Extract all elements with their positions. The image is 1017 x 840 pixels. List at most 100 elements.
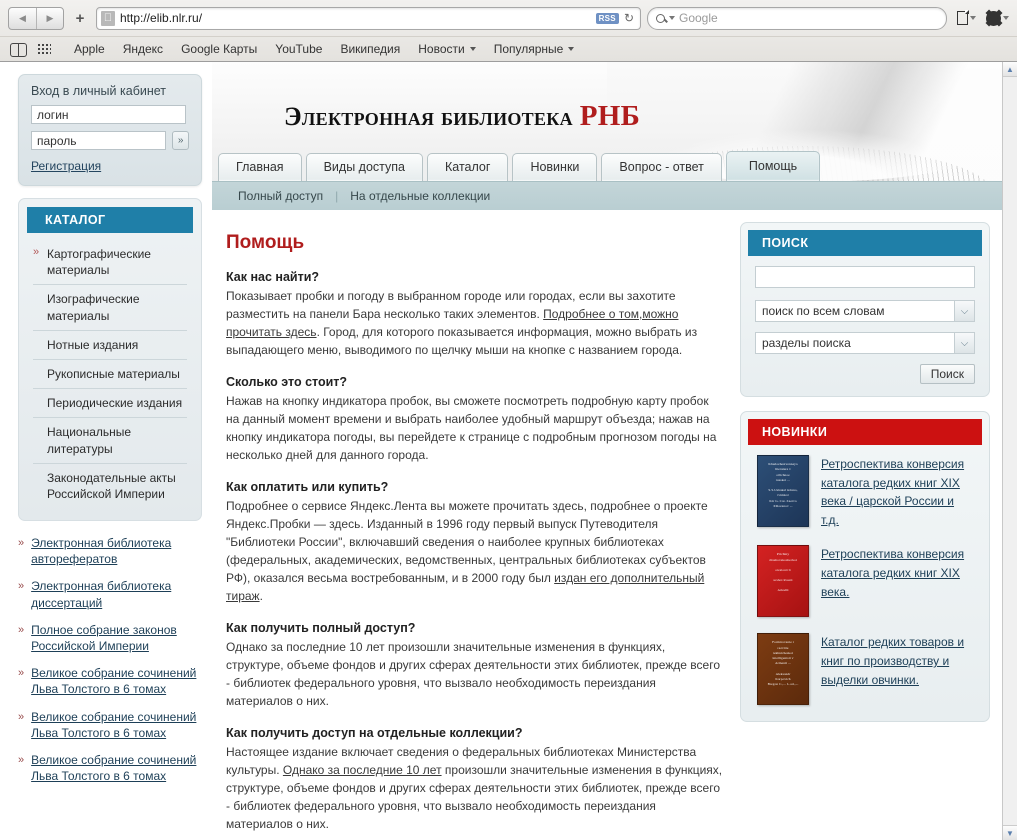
book-cover-thumbnail[interactable]: Khudozhestvennaya literatura v otlichnoe… — [757, 455, 809, 527]
back-button[interactable]: ◀ — [9, 8, 36, 29]
chevron-down-icon — [469, 47, 476, 51]
search-panel: ПОИСК поиск по всем словам ⌵ разделы пои… — [740, 222, 990, 397]
chevron-down-icon[interactable]: ⌵ — [954, 333, 974, 353]
faq-question: Как оплатить или купить? — [226, 480, 389, 494]
search-section-value: разделы поиска — [762, 336, 851, 350]
novelty-title-link[interactable]: Ретроспектива конверсия каталога редких … — [821, 455, 973, 529]
search-query-input[interactable] — [755, 266, 975, 288]
browser-search-input[interactable]: Google — [647, 6, 947, 30]
search-mode-select[interactable]: поиск по всем словам ⌵ — [755, 300, 975, 322]
bookmark-apple[interactable]: Apple — [65, 40, 114, 58]
list-item[interactable]: » Электронная библиотека диссертаций — [18, 578, 202, 610]
list-item[interactable]: » Великое собрание сочинений Льва Толсто… — [18, 752, 202, 784]
password-input[interactable]: пароль — [31, 131, 167, 150]
catalog-item-periodicals[interactable]: Периодические издания — [33, 389, 187, 419]
login-submit-button[interactable]: » — [172, 131, 189, 150]
bookmark-wikipedia[interactable]: Википедия — [331, 40, 409, 58]
subnav-item-collections[interactable]: На отдельные коллекции — [338, 189, 502, 203]
double-chevron-icon: » — [18, 623, 25, 636]
faq-answer: Настоящее издание включает сведения о фе… — [226, 743, 724, 833]
double-chevron-icon: » — [18, 667, 25, 680]
vertical-scrollbar[interactable]: ▲ ▼ — [1002, 62, 1017, 840]
double-chevron-icon: » — [18, 710, 25, 723]
book-cover-thumbnail[interactable]: Prichiny dlouhovekosheckoi otzalosti li … — [757, 545, 809, 618]
faq-answer: Показывает пробки и погоду в выбранном г… — [226, 287, 724, 359]
catalog-panel-header: КАТАЛОГ — [27, 207, 193, 233]
gear-icon[interactable] — [986, 10, 1001, 26]
chevron-down-icon — [669, 16, 675, 20]
browser-viewport: Электронная библиотека РНБ Главная Виды … — [0, 62, 1017, 840]
catalog-item-legislative-acts[interactable]: Законодательные акты Российской Империи — [33, 464, 187, 508]
tab-katalog[interactable]: Каталог — [426, 153, 509, 181]
list-item[interactable]: » Великое собрание сочинений Льва Толсто… — [18, 709, 202, 741]
registration-link[interactable]: Регистрация — [31, 159, 101, 173]
page-icon[interactable] — [957, 10, 969, 25]
search-button-row: Поиск — [755, 364, 975, 384]
tab-vopros-otvet[interactable]: Вопрос - ответ — [601, 153, 722, 181]
sidebar-link-laws[interactable]: Полное собрание законов Российской Импер… — [31, 622, 202, 654]
bookmark-label: Apple — [74, 42, 105, 56]
catalog-item-cartographic[interactable]: Картографические материалы — [33, 240, 187, 286]
catalog-item-manuscripts[interactable]: Рукописные материалы — [33, 360, 187, 390]
list-item[interactable]: » Электронная библиотека авторефератов — [18, 535, 202, 567]
search-section-select[interactable]: разделы поиска ⌵ — [755, 332, 975, 354]
bookmarks-book-icon[interactable] — [10, 43, 27, 57]
novelty-title-link[interactable]: Каталог редких товаров и книг по произво… — [821, 633, 973, 705]
search-icon — [656, 13, 665, 23]
sidebar-link-abstracts[interactable]: Электронная библиотека авторефератов — [31, 535, 202, 567]
catalog-item-sheet-music[interactable]: Нотные издания — [33, 331, 187, 360]
login-input[interactable]: логин — [31, 105, 186, 124]
list-item[interactable]: » Великое собрание сочинений Льва Толсто… — [18, 665, 202, 697]
sidebar-link-tolstoy-1[interactable]: Великое собрание сочинений Льва Толстого… — [31, 665, 202, 697]
sidebar-link-tolstoy-3[interactable]: Великое собрание сочинений Льва Толстого… — [31, 752, 202, 784]
faq-question: Как получить доступ на отдельные коллекц… — [226, 726, 523, 740]
main-content: Помощь Как нас найти? Показывает пробки … — [212, 210, 740, 833]
list-item[interactable]: Prichiny dlouhovekosheckoi otzalosti li … — [755, 545, 975, 618]
chevron-down-icon[interactable] — [970, 16, 976, 20]
catalog-item-isographic[interactable]: Изографические материалы — [33, 285, 187, 331]
faq-entry: Как нас найти? Показывает пробки и погод… — [226, 270, 724, 359]
sidebar-link-tolstoy-2[interactable]: Великое собрание сочинений Льва Толстого… — [31, 709, 202, 741]
scroll-up-arrow-icon[interactable]: ▲ — [1003, 62, 1017, 77]
bookmark-youtube[interactable]: YouTube — [266, 40, 331, 58]
apps-grid-icon[interactable] — [37, 43, 51, 55]
reload-icon[interactable]: ↻ — [624, 11, 636, 25]
bookmark-news[interactable]: Новости — [409, 40, 484, 58]
subnav-item-full-access[interactable]: Полный доступ — [226, 189, 335, 203]
faq-entry: Сколько это стоит? Нажав на кнопку индик… — [226, 375, 724, 464]
forward-button[interactable]: ▶ — [36, 7, 63, 29]
password-row: пароль » — [31, 131, 189, 157]
bookmark-google-maps[interactable]: Google Карты — [172, 40, 266, 58]
bookmark-label: Новости — [418, 42, 465, 56]
new-tab-button[interactable]: + — [70, 7, 90, 30]
sub-navigation: Полный доступ | На отдельные коллекции — [212, 181, 1002, 210]
bookmark-popular[interactable]: Популярные — [485, 40, 584, 58]
tab-glavnaya[interactable]: Главная — [218, 153, 302, 181]
search-placeholder: Google — [679, 11, 718, 25]
url-text: http://elib.nlr.ru/ — [120, 11, 203, 25]
search-submit-button[interactable]: Поиск — [919, 364, 975, 384]
scroll-down-arrow-icon[interactable]: ▼ — [1003, 825, 1017, 840]
left-sidebar: Вход в личный кабинет логин пароль » Рег… — [0, 62, 212, 796]
list-item[interactable]: » Полное собрание законов Российской Имп… — [18, 622, 202, 654]
address-bar[interactable]:  http://elib.nlr.ru/ RSS ↻ — [96, 6, 641, 30]
rss-button[interactable]: RSS — [595, 12, 619, 24]
tab-novinki[interactable]: Новинки — [512, 153, 598, 181]
sidebar-link-dissertations[interactable]: Электронная библиотека диссертаций — [31, 578, 202, 610]
tab-vidy-dostupa[interactable]: Виды доступа — [305, 153, 423, 181]
list-item[interactable]: Khudozhestvennaya literatura v otlichnoe… — [755, 455, 975, 529]
list-item[interactable]: Formirovanie i razvitie tekhnicheskoi in… — [755, 633, 975, 706]
novelty-title-link[interactable]: Ретроспектива конверсия каталога редких … — [821, 545, 973, 617]
faq-entry: Как получить полный доступ? Однако за по… — [226, 621, 724, 710]
bookmark-label: Яндекс — [122, 42, 164, 56]
faq-inline-link[interactable]: Однако за последние 10 лет — [283, 763, 442, 777]
faq-answer: Подробнее о сервисе Яндекс.Лента вы може… — [226, 497, 724, 605]
book-cover-thumbnail[interactable]: Formirovanie i razvitie tekhnicheskoi in… — [757, 633, 809, 706]
chevron-down-icon[interactable] — [1003, 16, 1009, 20]
chevron-down-icon[interactable]: ⌵ — [954, 301, 974, 321]
catalog-item-national-literature[interactable]: Национальные литературы — [33, 418, 187, 464]
browser-chrome: ◀ ▶ +  http://elib.nlr.ru/ RSS ↻ Google — [0, 0, 1017, 62]
chrome-right-controls — [953, 10, 1009, 26]
bookmark-yandex[interactable]: Яндекс — [114, 40, 172, 58]
tab-pomoshch[interactable]: Помощь — [725, 151, 821, 181]
